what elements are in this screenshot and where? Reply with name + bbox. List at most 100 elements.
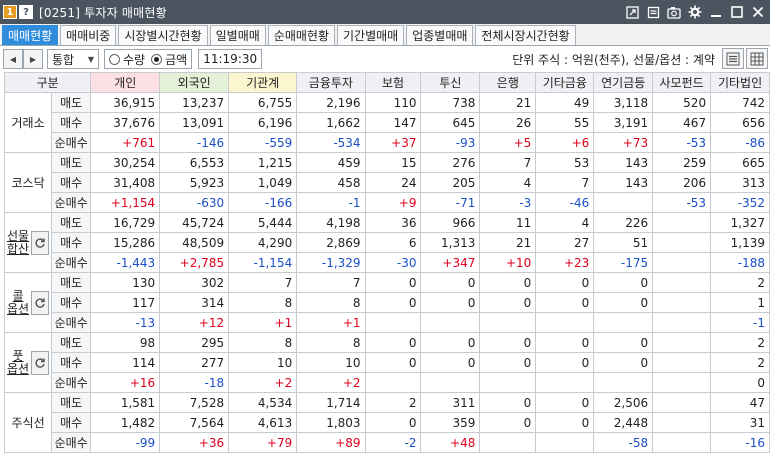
market-label-line1: 콜 <box>12 288 24 303</box>
next-arrow-icon[interactable]: ▶ <box>23 49 43 69</box>
header-foreign[interactable]: 외국인 <box>159 72 230 93</box>
table-row: 매수 37,676 13,091 6,196 1,662 147 645 26 55 3,191 4… <box>5 112 770 133</box>
refresh-icon[interactable] <box>31 230 50 255</box>
table-cell: 6,196 <box>228 112 298 133</box>
screen-number-badge[interactable]: 1 <box>3 5 17 19</box>
row-type-label: 매도 <box>51 152 92 173</box>
table-cell: 36 <box>364 212 422 233</box>
table-cell: 1,482 <box>90 412 161 433</box>
row-type-label: 매도 <box>51 92 92 113</box>
table-cell: 314 <box>159 292 230 313</box>
chevron-down-icon[interactable]: ▼ <box>84 50 98 68</box>
close-icon[interactable] <box>750 4 766 20</box>
help-icon[interactable]: ? <box>19 5 33 19</box>
grid-view-icon[interactable] <box>746 48 768 69</box>
link-icon[interactable] <box>624 4 640 20</box>
table-cell: 48,509 <box>159 232 230 253</box>
maximize-icon[interactable] <box>729 4 745 20</box>
table-cell: -188 <box>710 252 770 273</box>
camera-icon[interactable] <box>666 4 682 20</box>
tab-3[interactable]: 일별매매 <box>209 25 266 45</box>
table-cell: 147 <box>364 112 422 133</box>
table-cell: 0 <box>364 412 422 433</box>
gear-icon[interactable] <box>687 4 703 20</box>
market-label-text[interactable]: 풋 옵션 <box>7 349 29 376</box>
header-institution-total[interactable]: 기관계 <box>228 72 298 93</box>
header-investment-trust[interactable]: 투신 <box>420 72 481 93</box>
table-cell: +37 <box>364 132 422 153</box>
table-row: 풋 옵션 매도 98 295 8 8 0 0 0 0 0 2 <box>3 332 770 393</box>
table-row: 콜 옵션 매도 130 302 7 7 0 0 0 0 0 2 <box>3 272 770 333</box>
time-field[interactable]: 11:19:30 <box>198 49 263 69</box>
row-type-label: 순매수 <box>51 132 92 153</box>
tab-2[interactable]: 시장별시간현황 <box>118 25 208 45</box>
table-cell: +2 <box>296 372 366 393</box>
table-cell: 665 <box>710 152 770 173</box>
table-cell: 51 <box>593 232 654 253</box>
list-view-icon[interactable] <box>722 48 744 69</box>
table-cell: +2 <box>228 372 298 393</box>
header-financial-investment[interactable]: 금융투자 <box>296 72 366 93</box>
table-cell: 0 <box>479 272 537 293</box>
table-cell: 1,714 <box>296 392 366 413</box>
table-cell: 24 <box>364 172 422 193</box>
table-cell: -1 <box>710 312 770 333</box>
table-cell: 1,662 <box>296 112 366 133</box>
table-cell <box>652 272 712 293</box>
market-label: 주식선 <box>3 392 53 453</box>
market-label-text[interactable]: 콜 옵션 <box>7 288 29 316</box>
tab-5[interactable]: 기간별매매 <box>337 25 405 45</box>
table-cell <box>652 312 712 333</box>
header-pension[interactable]: 연기금등 <box>593 72 654 93</box>
header-other-corp[interactable]: 기타법인 <box>710 72 770 93</box>
header-bank[interactable]: 은행 <box>479 72 537 93</box>
header-individual[interactable]: 개인 <box>90 72 161 93</box>
table-cell: 3,191 <box>593 112 654 133</box>
refresh-icon[interactable] <box>31 350 50 375</box>
table-cell: 0 <box>479 412 537 433</box>
table-cell: -1,329 <box>296 252 366 273</box>
table-cell: 98 <box>90 332 161 353</box>
table-cell: 8 <box>296 332 366 353</box>
market-label-wrap: 풋 옵션 <box>7 349 50 376</box>
radio-quantity-dot[interactable] <box>109 53 120 65</box>
tab-0[interactable]: 매매현황 <box>2 25 59 45</box>
header-other-finance[interactable]: 기타금융 <box>535 72 595 93</box>
toolbar: ◀ ▶ 통합 ▼ 수량 금액 11:19:30 단위 주식 : 억원(천주), … <box>0 46 770 72</box>
table-cell: 36,915 <box>90 92 161 113</box>
table-cell <box>364 372 422 393</box>
radio-amount[interactable]: 금액 <box>151 51 187 68</box>
header-category[interactable]: 구분 <box>3 72 92 93</box>
table-row: 매수 114 277 10 10 0 0 0 0 0 2 <box>5 352 770 373</box>
header-private-fund[interactable]: 사모펀드 <box>652 72 712 93</box>
table-cell: 30,254 <box>90 152 161 173</box>
table-cell: 0 <box>535 332 595 353</box>
row-type-label: 순매수 <box>51 372 92 393</box>
radio-quantity[interactable]: 수량 <box>109 51 145 68</box>
tab-1[interactable]: 매매비중 <box>60 25 117 45</box>
table-cell: -13 <box>90 312 161 333</box>
tab-4[interactable]: 순매매현황 <box>267 25 335 45</box>
table-cell: 459 <box>296 152 366 173</box>
market-select[interactable]: 통합 ▼ <box>47 49 99 69</box>
table-row: 순매수 -13 +12 +1 +1 -1 <box>5 312 770 333</box>
tab-7[interactable]: 전체시장시간현황 <box>475 25 576 45</box>
table-cell: -86 <box>710 132 770 153</box>
refresh-icon[interactable] <box>31 290 50 315</box>
radio-amount-dot[interactable] <box>151 53 163 65</box>
table-cell: 13,091 <box>159 112 230 133</box>
table-cell <box>652 372 712 393</box>
table-cell: -630 <box>159 192 230 213</box>
tab-6[interactable]: 업종별매매 <box>406 25 474 45</box>
table-cell: 49 <box>535 92 595 113</box>
memo-icon[interactable] <box>645 4 661 20</box>
table-cell: 117 <box>90 292 161 313</box>
table-cell: 206 <box>652 172 712 193</box>
market-label-text[interactable]: 선물 합산 <box>7 229 29 256</box>
table-cell <box>652 212 712 233</box>
header-insurance[interactable]: 보험 <box>364 72 422 93</box>
prev-arrow-icon[interactable]: ◀ <box>3 49 23 69</box>
table-cell <box>420 312 481 333</box>
table-cell: 656 <box>710 112 770 133</box>
minimize-icon[interactable] <box>708 4 724 20</box>
